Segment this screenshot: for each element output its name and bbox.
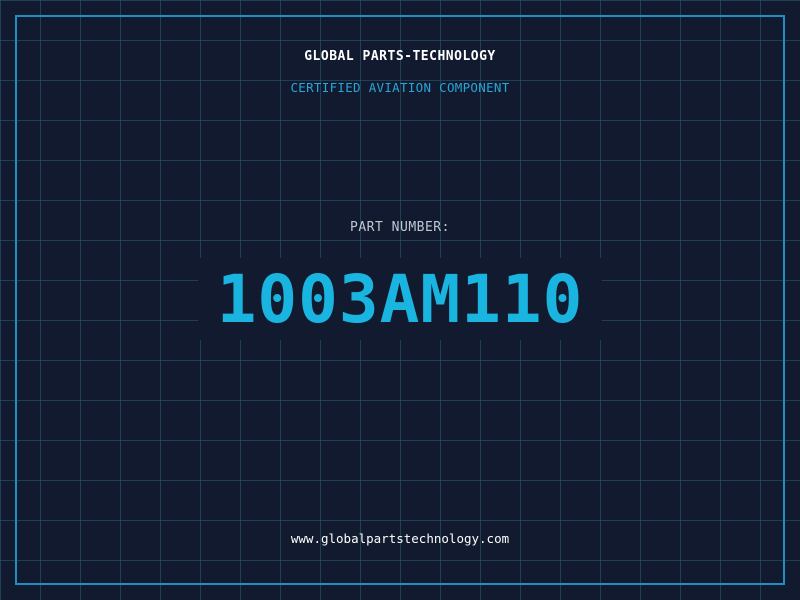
- website-url: www.globalpartstechnology.com: [290, 531, 510, 546]
- company-name: GLOBAL PARTS-TECHNOLOGY: [304, 49, 496, 64]
- part-number-label: PART NUMBER:: [350, 220, 450, 235]
- tagline: CERTIFIED AVIATION COMPONENT: [290, 80, 510, 95]
- part-number-value: 1003AM110: [216, 261, 584, 338]
